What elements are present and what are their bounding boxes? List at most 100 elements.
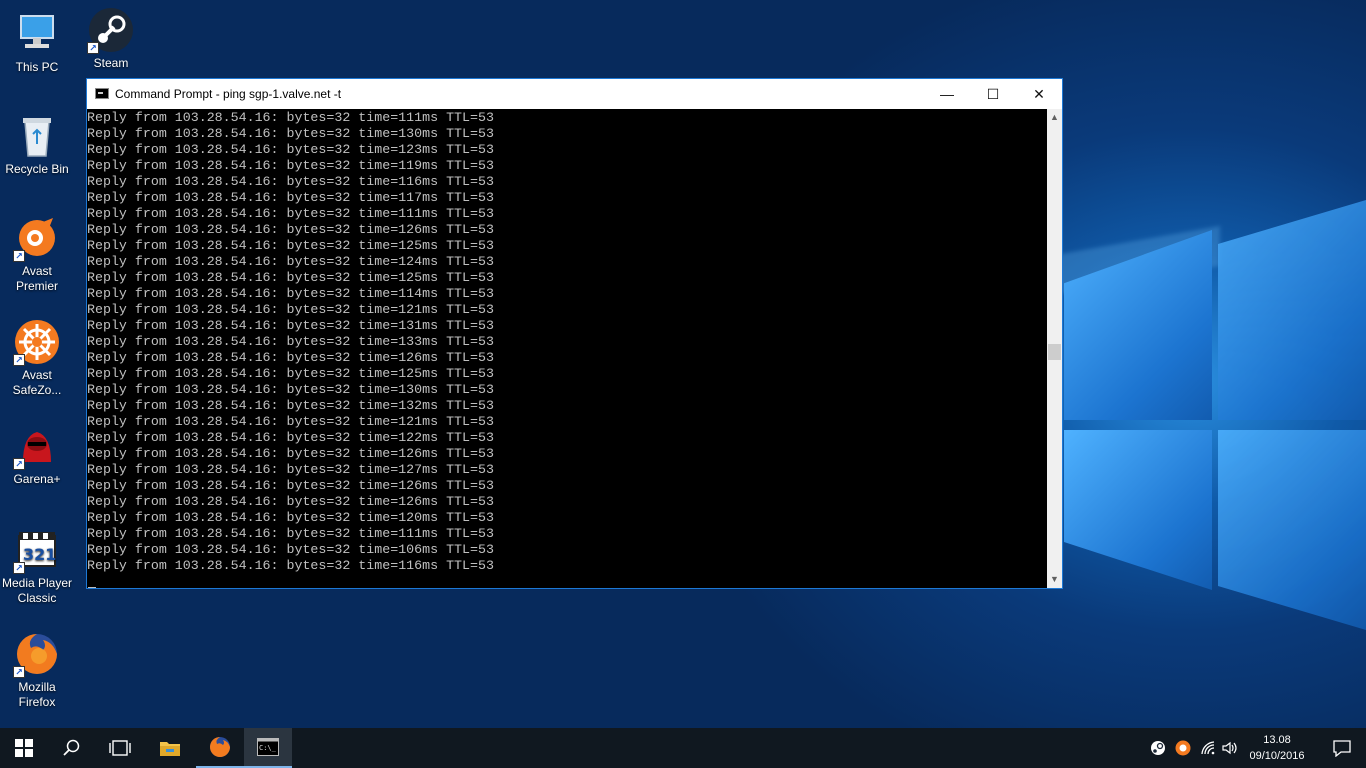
desktop: This PC ↗ Steam Recycle Bin ↗ Avast Prem… xyxy=(0,0,1366,728)
taskbar: C:\_ 13.08 09/10/2016 xyxy=(0,728,1366,768)
desktop-icon-label: Steam xyxy=(93,56,129,70)
search-button[interactable] xyxy=(48,728,96,768)
avast-icon: ↗ xyxy=(13,214,61,262)
console-line: Reply from 103.28.54.16: bytes=32 time=1… xyxy=(87,478,494,493)
taskbar-clock[interactable]: 13.08 09/10/2016 xyxy=(1240,732,1314,764)
shortcut-arrow-icon: ↗ xyxy=(13,250,25,262)
wallpaper-logo-pane xyxy=(1218,430,1366,630)
console-line: Reply from 103.28.54.16: bytes=32 time=1… xyxy=(87,286,494,301)
desktop-icon-label: This PC xyxy=(15,60,59,74)
wallpaper-logo-pane xyxy=(1064,430,1212,590)
desktop-icon-steam[interactable]: ↗ Steam xyxy=(74,6,148,71)
task-view-icon xyxy=(109,740,131,756)
garena-icon: ↗ xyxy=(13,422,61,470)
this-pc-icon xyxy=(13,10,61,58)
wallpaper-logo-pane xyxy=(1218,200,1366,420)
console-line: Reply from 103.28.54.16: bytes=32 time=1… xyxy=(87,222,494,237)
window-titlebar[interactable]: Command Prompt - ping sgp-1.valve.net -t… xyxy=(87,79,1062,109)
console-line: Reply from 103.28.54.16: bytes=32 time=1… xyxy=(87,510,494,525)
desktop-icon-media-player-classic[interactable]: 321 ↗ Media Player Classic xyxy=(0,526,74,606)
desktop-icon-garena[interactable]: ↗ Garena+ xyxy=(0,422,74,487)
console-line: Reply from 103.28.54.16: bytes=32 time=1… xyxy=(87,350,494,365)
console-line: Reply from 103.28.54.16: bytes=32 time=1… xyxy=(87,238,494,253)
taskbar-file-explorer[interactable] xyxy=(146,728,194,768)
avast-tray-icon[interactable] xyxy=(1175,740,1191,756)
console-line: Reply from 103.28.54.16: bytes=32 time=1… xyxy=(87,190,494,205)
start-button[interactable] xyxy=(0,728,48,768)
media-player-classic-icon: 321 ↗ xyxy=(13,526,61,574)
console-text: Reply from 103.28.54.16: bytes=32 time=1… xyxy=(87,109,1047,574)
console-line: Reply from 103.28.54.16: bytes=32 time=1… xyxy=(87,398,494,413)
recycle-bin-icon xyxy=(13,112,61,160)
console-line: Reply from 103.28.54.16: bytes=32 time=1… xyxy=(87,382,494,397)
minimize-button[interactable]: — xyxy=(924,79,970,109)
desktop-icon-recycle-bin[interactable]: Recycle Bin xyxy=(0,112,74,177)
console-line: Reply from 103.28.54.16: bytes=32 time=1… xyxy=(87,430,494,445)
desktop-icon-avast-safezone[interactable]: ↗ Avast SafeZo... xyxy=(0,318,74,398)
close-button[interactable]: ✕ xyxy=(1016,79,1062,109)
console-line: Reply from 103.28.54.16: bytes=32 time=1… xyxy=(87,110,494,125)
vertical-scrollbar[interactable]: ▲ ▼ xyxy=(1047,109,1062,588)
clock-time: 13.08 xyxy=(1263,734,1291,746)
steam-tray-icon[interactable] xyxy=(1150,740,1166,756)
desktop-icon-label: Garena+ xyxy=(13,472,61,486)
action-center-button[interactable] xyxy=(1318,728,1366,768)
svg-text:321: 321 xyxy=(23,545,56,564)
shortcut-arrow-icon: ↗ xyxy=(13,666,25,678)
console-line: Reply from 103.28.54.16: bytes=32 time=1… xyxy=(87,414,494,429)
scroll-up-icon[interactable]: ▲ xyxy=(1047,109,1062,126)
console-line: Reply from 103.28.54.16: bytes=32 time=1… xyxy=(87,334,494,349)
console-line: Reply from 103.28.54.16: bytes=32 time=1… xyxy=(87,142,494,157)
clock-date: 09/10/2016 xyxy=(1249,750,1305,762)
taskbar-command-prompt[interactable]: C:\_ xyxy=(244,728,292,768)
console-line: Reply from 103.28.54.16: bytes=32 time=1… xyxy=(87,174,494,189)
shortcut-arrow-icon: ↗ xyxy=(13,458,25,470)
window-title: Command Prompt - ping sgp-1.valve.net -t xyxy=(115,87,342,101)
desktop-icon-label: Media Player Classic xyxy=(1,576,73,605)
desktop-icon-label: Mozilla Firefox xyxy=(18,680,56,709)
steam-icon: ↗ xyxy=(87,6,135,54)
desktop-icon-label: Avast SafeZo... xyxy=(12,368,62,397)
console-line: Reply from 103.28.54.16: bytes=32 time=1… xyxy=(87,318,494,333)
taskbar-firefox[interactable] xyxy=(196,728,244,768)
scrollbar-thumb[interactable] xyxy=(1048,344,1061,360)
console-line: Reply from 103.28.54.16: bytes=32 time=1… xyxy=(87,126,494,141)
shortcut-arrow-icon: ↗ xyxy=(13,354,25,366)
volume-icon[interactable] xyxy=(1222,740,1238,756)
console-line: Reply from 103.28.54.16: bytes=32 time=1… xyxy=(87,158,494,173)
console-line: Reply from 103.28.54.16: bytes=32 time=1… xyxy=(87,302,494,317)
shortcut-arrow-icon: ↗ xyxy=(87,42,99,54)
search-icon xyxy=(63,739,80,756)
desktop-icon-avast-premier[interactable]: ↗ Avast Premier xyxy=(0,214,74,294)
console-line: Reply from 103.28.54.16: bytes=32 time=1… xyxy=(87,542,494,557)
scroll-down-icon[interactable]: ▼ xyxy=(1047,571,1062,588)
console-cursor xyxy=(88,587,96,588)
console-line: Reply from 103.28.54.16: bytes=32 time=1… xyxy=(87,206,494,221)
action-center-icon xyxy=(1333,740,1351,757)
command-prompt-icon[interactable] xyxy=(95,88,109,99)
console-line: Reply from 103.28.54.16: bytes=32 time=1… xyxy=(87,366,494,381)
command-prompt-window[interactable]: Command Prompt - ping sgp-1.valve.net -t… xyxy=(86,78,1063,589)
wifi-icon[interactable] xyxy=(1200,740,1216,756)
console-line: Reply from 103.28.54.16: bytes=32 time=1… xyxy=(87,558,494,573)
desktop-icon-label: Recycle Bin xyxy=(5,162,69,176)
desktop-icon-this-pc[interactable]: This PC xyxy=(0,10,74,75)
console-output[interactable]: Reply from 103.28.54.16: bytes=32 time=1… xyxy=(87,109,1047,588)
avast-safezone-icon: ↗ xyxy=(13,318,61,366)
console-line: Reply from 103.28.54.16: bytes=32 time=1… xyxy=(87,462,494,477)
console-line: Reply from 103.28.54.16: bytes=32 time=1… xyxy=(87,526,494,541)
desktop-icon-mozilla-firefox[interactable]: ↗ Mozilla Firefox xyxy=(0,630,74,710)
console-line: Reply from 103.28.54.16: bytes=32 time=1… xyxy=(87,446,494,461)
firefox-icon: ↗ xyxy=(13,630,61,678)
command-prompt-icon: C:\_ xyxy=(257,738,279,756)
file-explorer-icon xyxy=(160,742,180,756)
console-line: Reply from 103.28.54.16: bytes=32 time=1… xyxy=(87,270,494,285)
maximize-button[interactable]: ☐ xyxy=(970,79,1016,109)
desktop-icon-label: Avast Premier xyxy=(15,264,58,293)
console-line: Reply from 103.28.54.16: bytes=32 time=1… xyxy=(87,494,494,509)
console-line: Reply from 103.28.54.16: bytes=32 time=1… xyxy=(87,254,494,269)
shortcut-arrow-icon: ↗ xyxy=(13,562,25,574)
firefox-icon xyxy=(210,737,230,757)
task-view-button[interactable] xyxy=(96,728,144,768)
svg-text:C:\_: C:\_ xyxy=(259,744,277,752)
